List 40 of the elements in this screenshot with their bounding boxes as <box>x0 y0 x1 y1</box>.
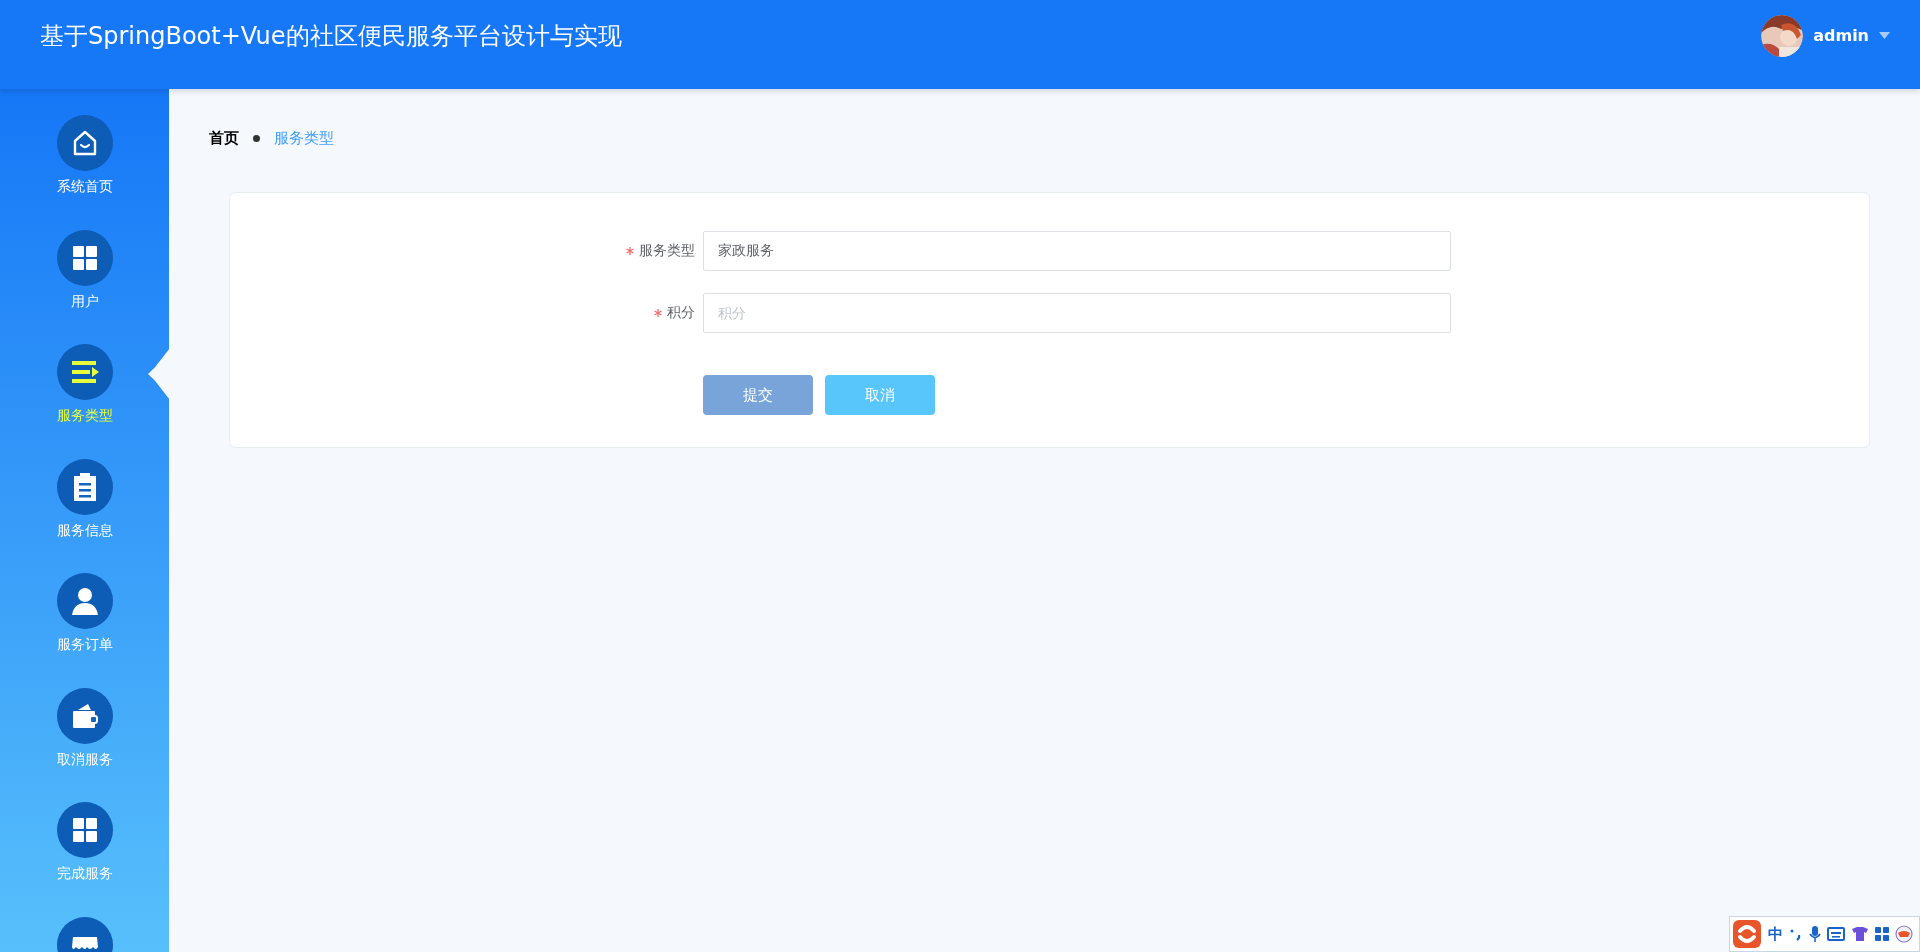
sidebar-label: 用户 <box>70 292 99 311</box>
mascot-icon[interactable] <box>1895 925 1913 943</box>
sidebar-item[interactable]: 服务类型 <box>0 344 169 459</box>
field-label: 积分 <box>667 304 696 322</box>
shirt-icon[interactable] <box>1851 926 1869 942</box>
clipboard-icon <box>71 470 98 503</box>
microphone-icon[interactable] <box>1809 925 1821 943</box>
keyboard-icon[interactable] <box>1827 927 1845 941</box>
grid-icon <box>70 243 99 272</box>
separator-dot <box>253 135 260 142</box>
sidebar-label: 服务类型 <box>56 407 113 425</box>
caret-icon[interactable] <box>1879 32 1890 39</box>
sidebar-label: 完成服务 <box>56 865 113 883</box>
input-mode[interactable]: 中 <box>1768 924 1783 944</box>
sidebar-item[interactable]: 服务订单 <box>0 573 169 688</box>
username[interactable]: admin <box>1813 26 1869 45</box>
sidebar-item[interactable]: 取消服务 <box>0 687 169 802</box>
sidebar-item[interactable]: 用户 <box>0 229 169 344</box>
breadcrumb-item[interactable]: 服务类型 <box>274 129 334 148</box>
submit-button[interactable]: 提交 <box>703 375 813 415</box>
grid-icon[interactable] <box>1875 927 1889 941</box>
logo-icon[interactable] <box>1732 919 1762 949</box>
grid-icon <box>70 816 99 844</box>
sidebar-item[interactable]: 完成服务 <box>0 802 169 917</box>
person-icon <box>69 586 100 616</box>
app-title: 基于SpringBoot+Vue的社区便民服务平台设计与实现 <box>40 20 622 52</box>
shop-icon <box>69 934 100 952</box>
sidebar-label: 系统首页 <box>56 178 113 196</box>
input-field[interactable]: 积分 <box>703 293 1451 333</box>
sidebar-item[interactable]: 系统首页 <box>0 115 169 230</box>
field-label: 服务类型 <box>639 242 696 260</box>
list-icon <box>69 359 100 385</box>
avatar[interactable] <box>1761 14 1804 57</box>
cancel-button[interactable]: 取消 <box>825 375 935 415</box>
sidebar-label: 服务信息 <box>56 521 113 540</box>
input-field[interactable]: 家政服务 <box>703 231 1451 271</box>
sidebar-item[interactable]: 服务信息 <box>0 458 169 573</box>
sidebar-label: 取消服务 <box>56 750 113 769</box>
breadcrumb-item[interactable]: 首页 <box>209 129 239 148</box>
sidebar-label: 服务订单 <box>56 636 113 654</box>
